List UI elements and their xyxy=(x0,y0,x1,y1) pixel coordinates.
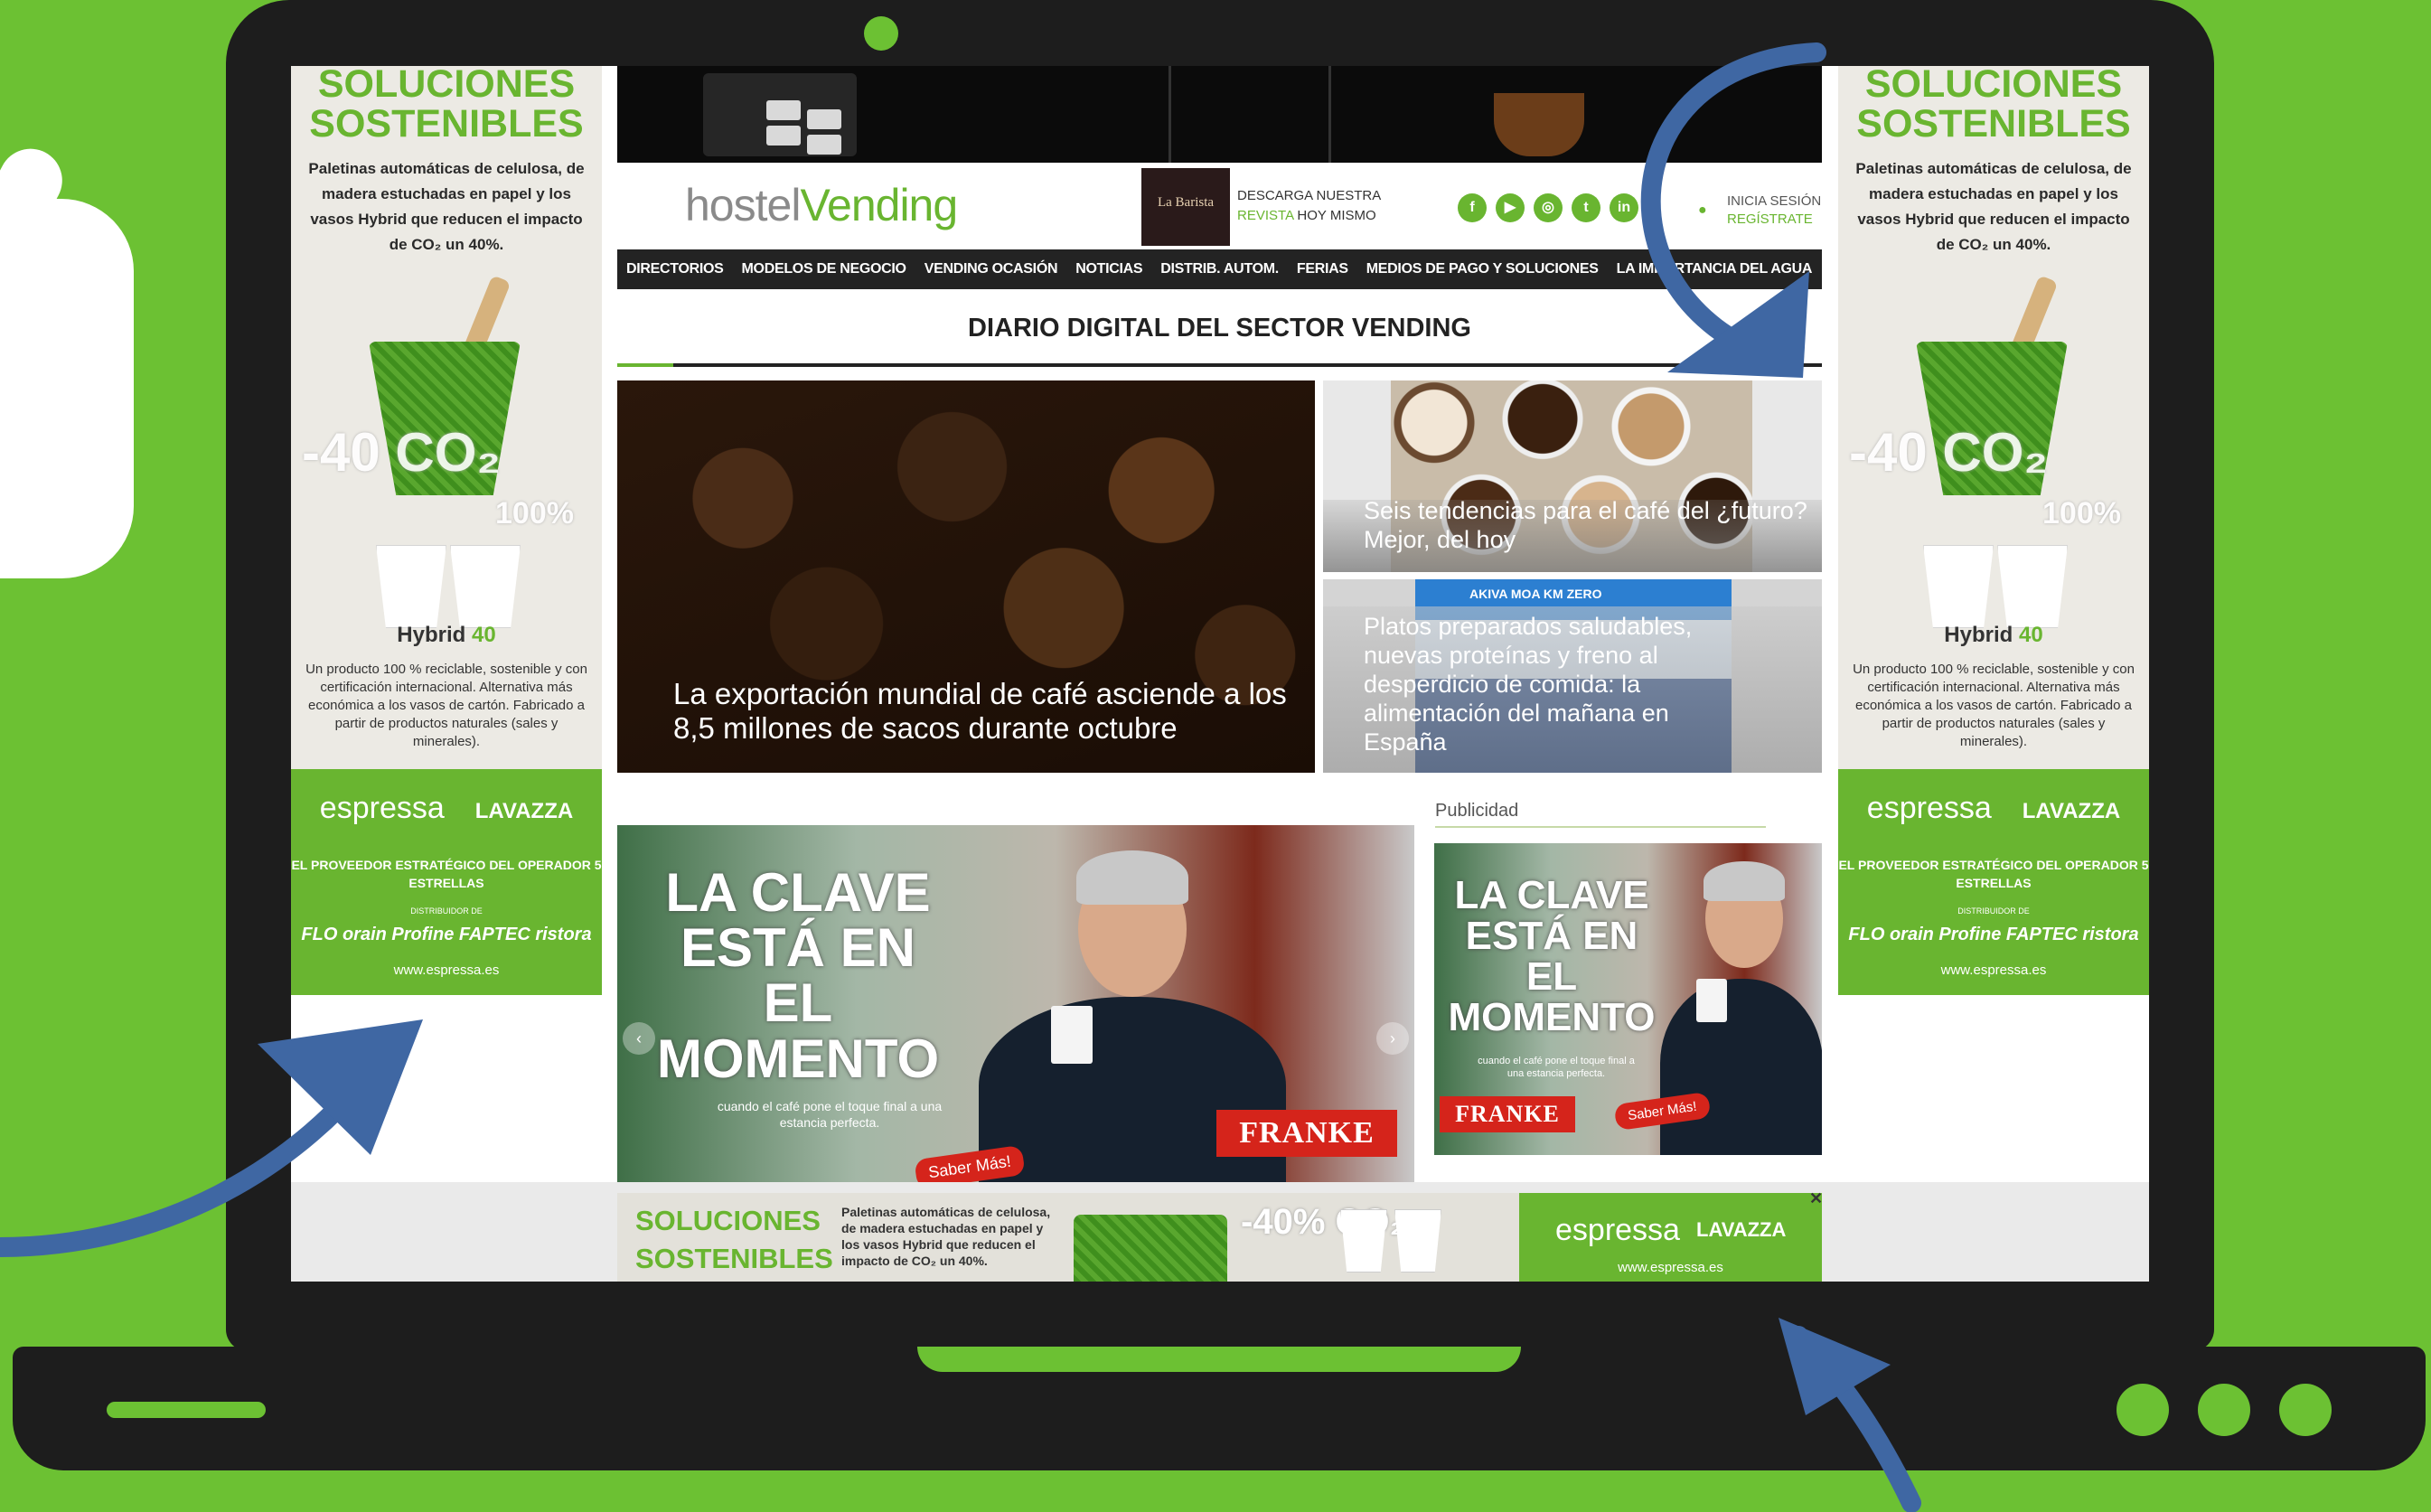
arrow-bottom-head xyxy=(1779,1318,1891,1415)
arrow-left-head xyxy=(258,1019,423,1155)
annotation-arrows xyxy=(0,42,1921,1512)
